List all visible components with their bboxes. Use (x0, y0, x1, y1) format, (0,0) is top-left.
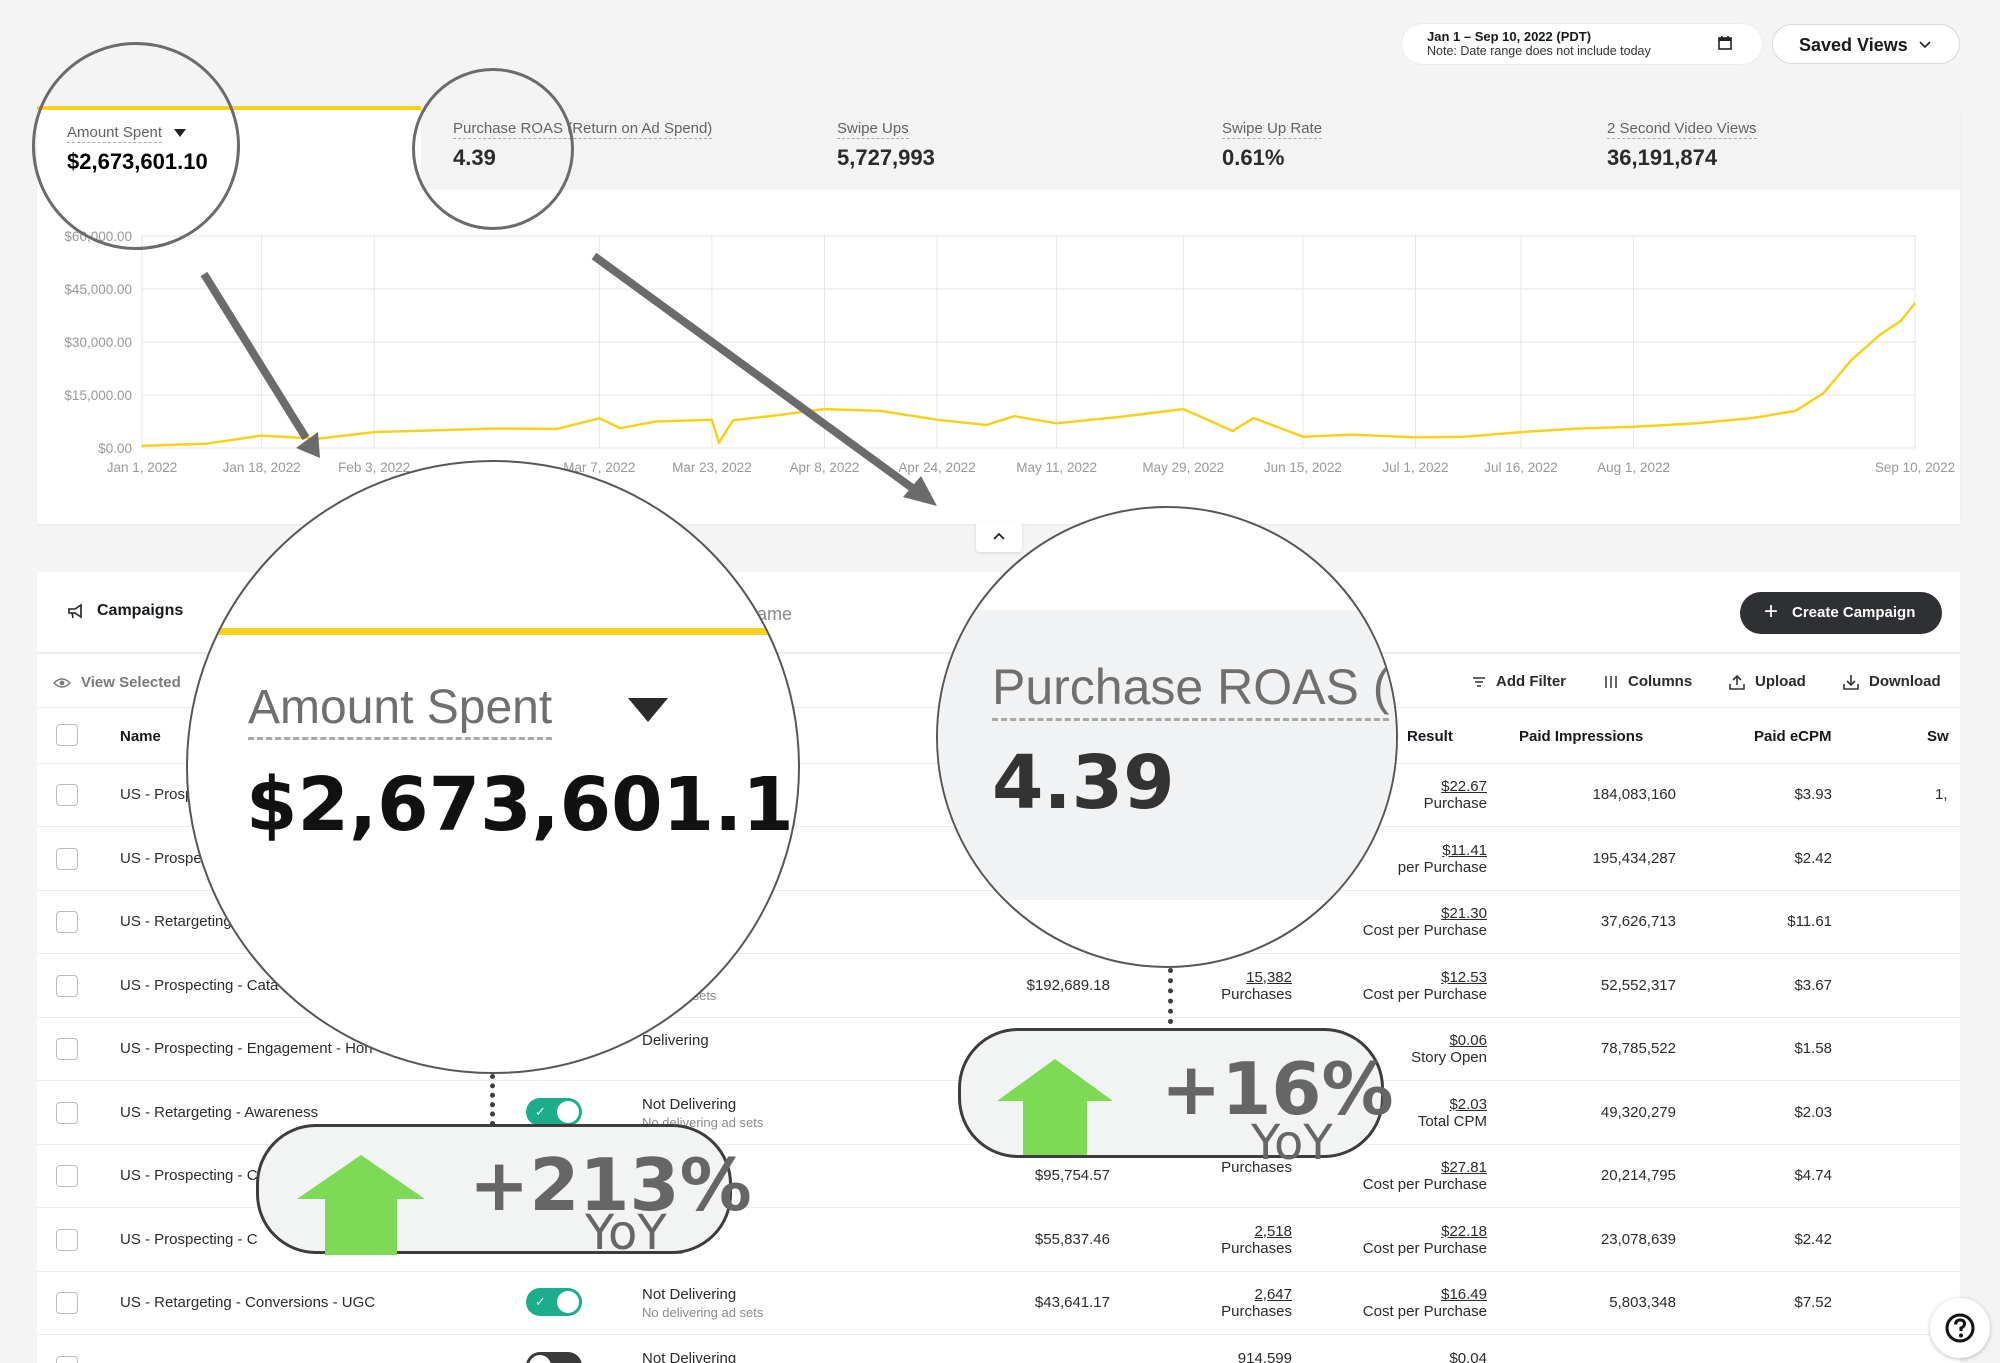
connector-dots (1168, 968, 1173, 1024)
magnified-amount-value: $2,673,601.10 (246, 762, 800, 848)
connector-dots (490, 1074, 495, 1126)
magnified-roas-label: Purchase ROAS ( (992, 658, 1390, 721)
arrow-up-icon (297, 1155, 425, 1255)
magnifier-amount-spent: Amount Spent $2,673,601.10 (186, 460, 800, 1074)
yoy-badge-amount-spent: +213% YoY (256, 1124, 752, 1261)
magnified-roas-value: 4.39 (992, 740, 1175, 826)
yoy-badge-purchase-roas: +16% YoY (958, 1028, 1394, 1171)
badge-yoy-label: YoY (585, 1205, 667, 1261)
magnified-active-tab-bar (218, 628, 778, 635)
arrow-up-icon (997, 1059, 1113, 1155)
magnifier-purchase-roas: Purchase ROAS ( 4.39 (936, 506, 1398, 968)
badge-yoy-label: YoY (1251, 1115, 1333, 1171)
magnified-amount-label: Amount Spent (248, 680, 553, 740)
caret-down-icon (628, 698, 668, 722)
